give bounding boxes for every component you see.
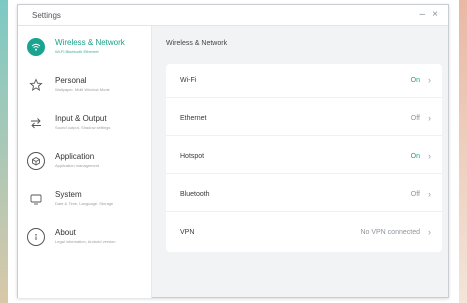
chevron-right-icon: › xyxy=(428,75,431,85)
close-button[interactable]: × xyxy=(432,9,438,21)
chevron-right-icon: › xyxy=(428,227,431,237)
sidebar-item-label: Application xyxy=(55,152,95,161)
chevron-right-icon: › xyxy=(428,189,431,199)
setting-label: Wi-Fi xyxy=(180,77,197,84)
title-bar: Settings – × xyxy=(18,5,448,26)
sidebar-item-label: Input & Output xyxy=(55,114,107,123)
sidebar-item-subtitle: Date & Time, Language, Storage xyxy=(55,201,114,206)
chevron-right-icon: › xyxy=(428,151,431,161)
sidebar-item-wireless-network[interactable]: Wireless & Network Wi-Fi Bluetooth Ether… xyxy=(18,30,152,64)
setting-value: No VPN connected xyxy=(360,229,420,236)
sidebar-item-subtitle: Application management xyxy=(55,163,100,168)
setting-row-wifi[interactable]: Wi-Fi On › xyxy=(166,64,442,98)
setting-row-bluetooth[interactable]: Bluetooth Off › xyxy=(166,178,442,212)
sidebar-item-personal[interactable]: Personal Wallpaper, Multi Window Mode xyxy=(18,68,152,102)
setting-label: Bluetooth xyxy=(180,191,210,198)
setting-label: Ethernet xyxy=(180,115,207,122)
sidebar-item-input-output[interactable]: Input & Output Sound output, Shadow sett… xyxy=(18,106,152,140)
sidebar-item-label: Wireless & Network xyxy=(55,38,125,47)
chevron-right-icon: › xyxy=(428,113,431,123)
sidebar-item-label: About xyxy=(55,228,76,237)
setting-value: Off xyxy=(410,191,420,198)
sidebar-item-subtitle: Sound output, Shadow settings xyxy=(55,125,111,130)
page-title: Wireless & Network xyxy=(166,40,228,47)
desktop-background-right xyxy=(459,0,467,303)
cube-icon xyxy=(27,152,45,170)
setting-label: Hotspot xyxy=(180,153,205,160)
setting-value: Off xyxy=(410,115,420,122)
setting-value: On xyxy=(410,77,420,84)
sidebar-item-about[interactable]: About Legal information, Android version xyxy=(18,220,152,254)
star-icon xyxy=(27,76,45,94)
sidebar-item-subtitle: Wi-Fi Bluetooth Ethernet xyxy=(55,49,99,54)
sidebar: Wireless & Network Wi-Fi Bluetooth Ether… xyxy=(18,26,152,298)
sidebar-item-label: Personal xyxy=(55,76,87,85)
settings-list: Wi-Fi On › Ethernet Off › Hotspot On › B… xyxy=(166,64,442,252)
settings-window: Settings – × Wireless & Network Wi-Fi Bl… xyxy=(17,4,449,298)
window-title: Settings xyxy=(32,11,61,20)
minimize-button[interactable]: – xyxy=(419,9,425,21)
sidebar-item-label: System xyxy=(55,190,82,199)
main-content: Wireless & Network Wi-Fi On › Ethernet O… xyxy=(152,26,449,298)
desktop-background-left xyxy=(0,0,8,303)
sidebar-item-subtitle: Wallpaper, Multi Window Mode xyxy=(55,87,110,92)
sidebar-item-subtitle: Legal information, Android version xyxy=(55,239,116,244)
setting-value: On xyxy=(410,153,420,160)
wifi-icon xyxy=(27,38,45,56)
setting-label: VPN xyxy=(180,229,195,236)
sidebar-item-application[interactable]: Application Application management xyxy=(18,144,152,178)
sidebar-item-system[interactable]: System Date & Time, Language, Storage xyxy=(18,182,152,216)
setting-row-ethernet[interactable]: Ethernet Off › xyxy=(166,102,442,136)
arrows-icon xyxy=(27,114,45,132)
monitor-icon xyxy=(27,190,45,208)
info-icon xyxy=(27,228,45,246)
setting-row-vpn[interactable]: VPN No VPN connected › xyxy=(166,216,442,250)
setting-row-hotspot[interactable]: Hotspot On › xyxy=(166,140,442,174)
